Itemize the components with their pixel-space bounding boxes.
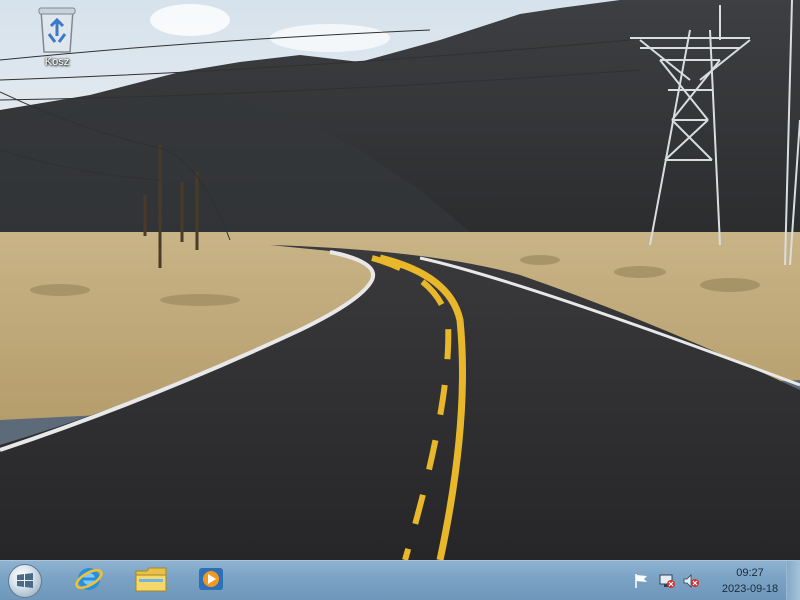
windows-start-icon [8,564,42,598]
file-explorer-taskbar-button[interactable] [126,563,176,599]
internet-explorer-icon [74,564,104,599]
media-player-icon [197,565,225,598]
action-center-flag-icon[interactable] [632,573,650,589]
internet-explorer-taskbar-button[interactable] [64,563,114,599]
recycle-bin-icon [37,6,77,54]
show-desktop-button[interactable] [786,561,800,600]
volume-muted-icon[interactable] [682,573,700,589]
clock-time: 09:27 [736,567,764,579]
file-explorer-icon [135,565,167,598]
clock-date: 2023-09-18 [721,583,779,595]
desktop-wallpaper [0,0,800,560]
start-button[interactable] [6,563,44,599]
media-player-taskbar-button[interactable] [186,563,236,599]
recycle-bin-desktop-icon[interactable]: Kosz [30,6,84,68]
system-clock[interactable]: 09:27 2023-09-18 [712,565,788,597]
network-icon[interactable] [658,573,676,589]
recycle-bin-label: Kosz [44,56,70,68]
taskbar: 09:27 2023-09-18 [0,560,800,600]
